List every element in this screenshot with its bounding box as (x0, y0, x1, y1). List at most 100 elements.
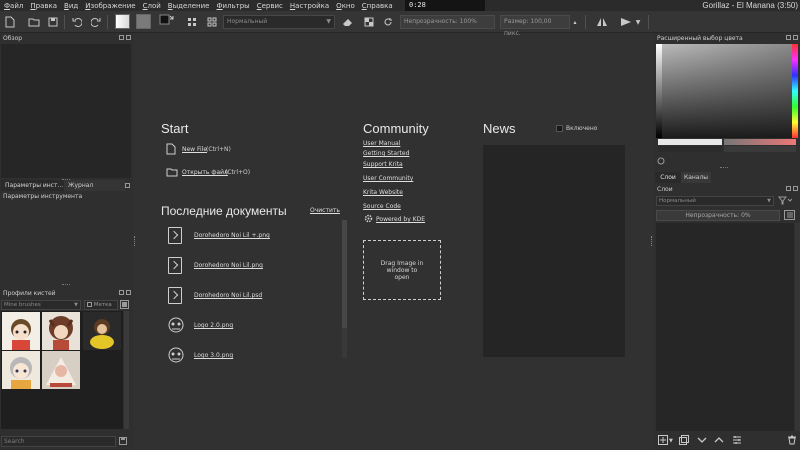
add-layer-icon[interactable] (658, 435, 668, 445)
community-heading: Community (363, 121, 429, 136)
recent-document-link[interactable]: Dorohedoro Noi Lil.png (194, 262, 263, 269)
size-stepper-icon[interactable]: ▴ (572, 14, 578, 30)
recent-document-link[interactable]: Dorohedoro Noi Lil +.png (194, 232, 270, 239)
drag-image-dropzone[interactable]: Drag Image in window to open (363, 240, 441, 300)
powered-by-kde-link[interactable]: Powered by KDE (376, 216, 425, 223)
layer-properties-icon[interactable] (732, 435, 742, 445)
recent-document-link[interactable]: Dorohedoro Noi Lil.psd (194, 292, 262, 299)
menu-item[interactable]: Вид (64, 2, 78, 10)
preset-thumbnail[interactable] (42, 351, 80, 389)
open-file-link[interactable]: Открыть файл (182, 169, 228, 176)
dock-controls[interactable] (119, 290, 131, 296)
color-history-swatch[interactable] (724, 139, 796, 145)
tab-channels[interactable]: Каналы (681, 172, 711, 183)
filter-icon[interactable] (778, 196, 794, 206)
mirror-horizontal-icon[interactable] (594, 14, 610, 30)
preset-thumbnail[interactable] (2, 312, 40, 350)
layer-opacity-slider[interactable]: Непрозрачность: 0% (656, 210, 780, 221)
community-link[interactable]: User Community (363, 175, 413, 182)
undo-icon[interactable] (70, 14, 84, 30)
chevron-down-icon[interactable]: ▼ (669, 438, 675, 444)
recent-document-link[interactable]: Logo 3.0.png (194, 352, 233, 359)
color-picker-icon[interactable] (657, 157, 665, 165)
move-layer-down-icon[interactable] (697, 435, 707, 445)
menu-item[interactable]: Справка (362, 2, 393, 10)
trash-icon[interactable] (787, 435, 797, 445)
menu-item[interactable]: Выделение (168, 2, 210, 10)
new-document-icon[interactable] (3, 14, 17, 30)
dock-splitter[interactable] (134, 236, 136, 246)
preset-thumbnail[interactable] (83, 312, 121, 350)
main-menu: Файл Правка Вид Изображение Слой Выделение Фил… (0, 2, 400, 10)
color-selector-title-text: Расширенный выбор цвета (657, 35, 743, 42)
value-bar[interactable] (656, 44, 662, 138)
duplicate-layer-icon[interactable] (679, 435, 689, 445)
tag-checkbox[interactable]: Метка (84, 300, 118, 310)
redo-icon[interactable] (89, 14, 103, 30)
chevron-down-icon[interactable]: ▼ (634, 14, 642, 30)
size-slider[interactable]: Размер: 100,00 пикс. (500, 15, 570, 37)
menu-item[interactable]: Правка (30, 2, 57, 10)
preset-thumbnail[interactable] (2, 351, 40, 389)
dock-controls[interactable] (786, 35, 798, 41)
news-enabled-checkbox[interactable] (556, 125, 563, 132)
reload-preset-icon[interactable] (381, 14, 395, 30)
preserve-alpha-icon[interactable] (362, 14, 376, 30)
start-heading: Start (161, 121, 189, 136)
dock-controls[interactable] (125, 180, 131, 191)
news-enabled-label: Включено (566, 125, 598, 132)
menu-item[interactable]: Фильтры (216, 2, 249, 10)
opacity-slider[interactable]: Непрозрачность: 100% (400, 15, 495, 29)
recent-document-link[interactable]: Logo 2.0.png (194, 322, 233, 329)
community-link[interactable]: Support Krita (363, 161, 403, 168)
splitter-handle[interactable] (720, 167, 728, 169)
preset-filter-select[interactable]: Mine brushes ▼ (1, 300, 81, 310)
dock-splitter[interactable] (651, 236, 653, 246)
community-link[interactable]: User Manual (363, 140, 400, 147)
dock-controls[interactable] (786, 186, 798, 192)
view-mode-icon[interactable] (120, 300, 130, 310)
fg-bg-color-icon[interactable] (158, 14, 176, 30)
save-icon[interactable] (46, 14, 60, 30)
layers-scrollbar[interactable] (795, 223, 800, 431)
gradient-swatch[interactable] (115, 14, 130, 29)
menu-item[interactable]: Слой (143, 2, 161, 10)
open-folder-icon[interactable] (27, 14, 41, 30)
mirror-vertical-icon[interactable] (618, 14, 634, 30)
presets-scrollbar[interactable] (124, 311, 129, 429)
dock-controls[interactable] (119, 35, 131, 41)
menu-item[interactable]: Окно (336, 2, 355, 10)
save-icon[interactable] (119, 437, 129, 446)
tab-tool-options[interactable]: Параметры инст... (1, 180, 64, 191)
splitter-handle[interactable] (62, 284, 70, 286)
move-layer-up-icon[interactable] (714, 435, 724, 445)
community-link[interactable]: Getting Started (363, 150, 409, 157)
color-square[interactable] (656, 44, 792, 138)
menu-item[interactable]: Сервис (257, 2, 283, 10)
menu-item[interactable]: Настройка (290, 2, 329, 10)
color-history-swatch[interactable] (658, 139, 722, 145)
layers-list (656, 223, 794, 431)
menu-item[interactable]: Файл (4, 2, 23, 10)
blend-mode-select[interactable]: Нормальный ▼ (223, 15, 335, 29)
preset-thumbnail[interactable] (42, 312, 80, 350)
community-link[interactable]: Source Code (363, 203, 401, 210)
menu-item[interactable]: Изображение (85, 2, 135, 10)
pattern-swatch[interactable] (136, 14, 151, 29)
eraser-icon[interactable] (340, 14, 354, 30)
new-file-link[interactable]: New File (182, 146, 207, 153)
preset-search-input[interactable]: Search (1, 436, 116, 447)
scrollbar-thumb[interactable] (342, 220, 347, 328)
tab-layers[interactable]: Слои (655, 172, 681, 183)
recent-scrollbar[interactable] (342, 220, 347, 358)
color-history-swatch[interactable] (724, 146, 796, 152)
clear-recent-link[interactable]: Очистить (310, 207, 340, 214)
hue-strip[interactable] (792, 44, 798, 138)
layer-blend-mode-select[interactable]: Нормальный ▼ (656, 196, 774, 206)
community-link[interactable]: Krita Website (363, 189, 403, 196)
color-history-swatch[interactable] (658, 146, 722, 152)
layer-view-icon[interactable] (784, 210, 796, 221)
brush-presets-icon[interactable] (185, 14, 199, 30)
grid-icon[interactable] (205, 14, 219, 30)
tab-preset-history[interactable]: Журнал профилей... (64, 180, 125, 191)
